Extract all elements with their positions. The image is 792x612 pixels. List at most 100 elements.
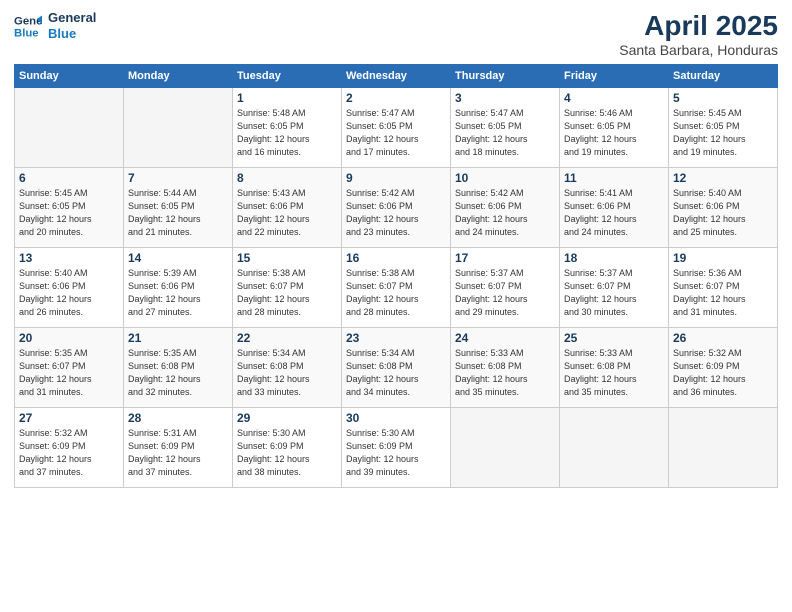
day-number: 30 bbox=[346, 411, 446, 425]
calendar-cell bbox=[124, 88, 233, 168]
calendar-cell: 9Sunrise: 5:42 AM Sunset: 6:06 PM Daylig… bbox=[342, 168, 451, 248]
day-number: 26 bbox=[673, 331, 773, 345]
weekday-header-saturday: Saturday bbox=[669, 65, 778, 88]
day-number: 16 bbox=[346, 251, 446, 265]
calendar-cell: 17 Sunrise: 5:37 AM Sunset: 6:07 PM Dayli… bbox=[451, 248, 560, 328]
calendar-cell: 2Sunrise: 5:47 AM Sunset: 6:05 PM Daylig… bbox=[342, 88, 451, 168]
calendar-cell: 5 Sunrise: 5:45 AM Sunset: 6:05 PM Daylig… bbox=[669, 88, 778, 168]
page: General Blue General Blue April 2025 San… bbox=[0, 0, 792, 612]
calendar-cell: 16 Sunrise: 5:38 AM Sunset: 6:07 PM Dayli… bbox=[342, 248, 451, 328]
calendar-week-row: 20Sunrise: 5:35 AM Sunset: 6:07 PM Dayli… bbox=[15, 328, 778, 408]
calendar-cell: 11 Sunrise: 5:41 AM Sunset: 6:06 PM Dayli… bbox=[560, 168, 669, 248]
day-number: 19 bbox=[673, 251, 773, 265]
day-info: Sunrise: 5:45 AM Sunset: 6:05 PM Dayligh… bbox=[673, 107, 773, 159]
calendar-cell bbox=[451, 408, 560, 488]
weekday-header-tuesday: Tuesday bbox=[233, 65, 342, 88]
title-block: April 2025 Santa Barbara, Honduras bbox=[619, 10, 778, 58]
calendar-cell: 8 Sunrise: 5:43 AM Sunset: 6:06 PM Daylig… bbox=[233, 168, 342, 248]
calendar-week-row: 6Sunrise: 5:45 AM Sunset: 6:05 PM Daylig… bbox=[15, 168, 778, 248]
svg-text:General: General bbox=[14, 15, 42, 27]
calendar-cell bbox=[15, 88, 124, 168]
calendar-cell: 6Sunrise: 5:45 AM Sunset: 6:05 PM Daylig… bbox=[15, 168, 124, 248]
calendar-cell: 7 Sunrise: 5:44 AM Sunset: 6:05 PM Daylig… bbox=[124, 168, 233, 248]
day-number: 22 bbox=[237, 331, 337, 345]
weekday-header-monday: Monday bbox=[124, 65, 233, 88]
day-number: 24 bbox=[455, 331, 555, 345]
calendar-cell: 19 Sunrise: 5:36 AM Sunset: 6:07 PM Dayli… bbox=[669, 248, 778, 328]
header: General Blue General Blue April 2025 San… bbox=[14, 10, 778, 58]
day-number: 12 bbox=[673, 171, 773, 185]
calendar-cell: 20Sunrise: 5:35 AM Sunset: 6:07 PM Dayli… bbox=[15, 328, 124, 408]
calendar-cell: 29Sunrise: 5:30 AM Sunset: 6:09 PM Dayli… bbox=[233, 408, 342, 488]
day-number: 17 bbox=[455, 251, 555, 265]
day-info: Sunrise: 5:48 AM Sunset: 6:05 PM Dayligh… bbox=[237, 107, 337, 159]
calendar-cell: 4 Sunrise: 5:46 AM Sunset: 6:05 PM Daylig… bbox=[560, 88, 669, 168]
weekday-header-sunday: Sunday bbox=[15, 65, 124, 88]
calendar-cell: 23 Sunrise: 5:34 AM Sunset: 6:08 PM Dayli… bbox=[342, 328, 451, 408]
calendar-cell: 27 Sunrise: 5:32 AM Sunset: 6:09 PM Dayli… bbox=[15, 408, 124, 488]
day-number: 4 bbox=[564, 91, 664, 105]
calendar-cell: 13 Sunrise: 5:40 AM Sunset: 6:06 PM Dayli… bbox=[15, 248, 124, 328]
svg-text:Blue: Blue bbox=[14, 27, 39, 39]
day-number: 15 bbox=[237, 251, 337, 265]
day-number: 14 bbox=[128, 251, 228, 265]
day-info: Sunrise: 5:45 AM Sunset: 6:05 PM Dayligh… bbox=[19, 187, 119, 239]
day-number: 9 bbox=[346, 171, 446, 185]
day-info: Sunrise: 5:35 AM Sunset: 6:08 PM Dayligh… bbox=[128, 347, 228, 399]
day-number: 23 bbox=[346, 331, 446, 345]
day-info: Sunrise: 5:36 AM Sunset: 6:07 PM Dayligh… bbox=[673, 267, 773, 319]
day-info: Sunrise: 5:35 AM Sunset: 6:07 PM Dayligh… bbox=[19, 347, 119, 399]
calendar-cell: 21Sunrise: 5:35 AM Sunset: 6:08 PM Dayli… bbox=[124, 328, 233, 408]
day-number: 28 bbox=[128, 411, 228, 425]
day-info: Sunrise: 5:34 AM Sunset: 6:08 PM Dayligh… bbox=[346, 347, 446, 399]
weekday-header-row: SundayMondayTuesdayWednesdayThursdayFrid… bbox=[15, 65, 778, 88]
day-info: Sunrise: 5:40 AM Sunset: 6:06 PM Dayligh… bbox=[673, 187, 773, 239]
calendar-cell: 14 Sunrise: 5:39 AM Sunset: 6:06 PM Dayli… bbox=[124, 248, 233, 328]
day-info: Sunrise: 5:42 AM Sunset: 6:06 PM Dayligh… bbox=[455, 187, 555, 239]
day-number: 25 bbox=[564, 331, 664, 345]
day-info: Sunrise: 5:40 AM Sunset: 6:06 PM Dayligh… bbox=[19, 267, 119, 319]
day-info: Sunrise: 5:37 AM Sunset: 6:07 PM Dayligh… bbox=[564, 267, 664, 319]
day-info: Sunrise: 5:32 AM Sunset: 6:09 PM Dayligh… bbox=[19, 427, 119, 479]
location-subtitle: Santa Barbara, Honduras bbox=[619, 42, 778, 58]
day-number: 3 bbox=[455, 91, 555, 105]
weekday-header-thursday: Thursday bbox=[451, 65, 560, 88]
calendar-week-row: 13 Sunrise: 5:40 AM Sunset: 6:06 PM Dayli… bbox=[15, 248, 778, 328]
day-number: 27 bbox=[19, 411, 119, 425]
logo-text-line2: Blue bbox=[48, 26, 96, 42]
day-number: 13 bbox=[19, 251, 119, 265]
day-info: Sunrise: 5:46 AM Sunset: 6:05 PM Dayligh… bbox=[564, 107, 664, 159]
calendar-cell: 22Sunrise: 5:34 AM Sunset: 6:08 PM Dayli… bbox=[233, 328, 342, 408]
day-info: Sunrise: 5:39 AM Sunset: 6:06 PM Dayligh… bbox=[128, 267, 228, 319]
calendar-cell: 25Sunrise: 5:33 AM Sunset: 6:08 PM Dayli… bbox=[560, 328, 669, 408]
day-number: 10 bbox=[455, 171, 555, 185]
day-info: Sunrise: 5:43 AM Sunset: 6:06 PM Dayligh… bbox=[237, 187, 337, 239]
day-info: Sunrise: 5:38 AM Sunset: 6:07 PM Dayligh… bbox=[346, 267, 446, 319]
day-info: Sunrise: 5:38 AM Sunset: 6:07 PM Dayligh… bbox=[237, 267, 337, 319]
month-title: April 2025 bbox=[619, 10, 778, 42]
day-number: 29 bbox=[237, 411, 337, 425]
calendar-week-row: 27 Sunrise: 5:32 AM Sunset: 6:09 PM Dayli… bbox=[15, 408, 778, 488]
day-info: Sunrise: 5:30 AM Sunset: 6:09 PM Dayligh… bbox=[346, 427, 446, 479]
day-info: Sunrise: 5:33 AM Sunset: 6:08 PM Dayligh… bbox=[455, 347, 555, 399]
calendar-cell bbox=[560, 408, 669, 488]
day-number: 11 bbox=[564, 171, 664, 185]
day-number: 8 bbox=[237, 171, 337, 185]
day-info: Sunrise: 5:41 AM Sunset: 6:06 PM Dayligh… bbox=[564, 187, 664, 239]
calendar-cell bbox=[669, 408, 778, 488]
logo-text-line1: General bbox=[48, 10, 96, 26]
calendar-cell: 30 Sunrise: 5:30 AM Sunset: 6:09 PM Dayli… bbox=[342, 408, 451, 488]
calendar-cell: 1 Sunrise: 5:48 AM Sunset: 6:05 PM Daylig… bbox=[233, 88, 342, 168]
day-info: Sunrise: 5:44 AM Sunset: 6:05 PM Dayligh… bbox=[128, 187, 228, 239]
logo-icon: General Blue bbox=[14, 12, 42, 40]
day-number: 7 bbox=[128, 171, 228, 185]
day-number: 2 bbox=[346, 91, 446, 105]
day-number: 5 bbox=[673, 91, 773, 105]
day-info: Sunrise: 5:37 AM Sunset: 6:07 PM Dayligh… bbox=[455, 267, 555, 319]
weekday-header-friday: Friday bbox=[560, 65, 669, 88]
day-number: 1 bbox=[237, 91, 337, 105]
calendar-cell: 15 Sunrise: 5:38 AM Sunset: 6:07 PM Dayli… bbox=[233, 248, 342, 328]
day-info: Sunrise: 5:31 AM Sunset: 6:09 PM Dayligh… bbox=[128, 427, 228, 479]
calendar-cell: 12 Sunrise: 5:40 AM Sunset: 6:06 PM Dayli… bbox=[669, 168, 778, 248]
calendar-cell: 18Sunrise: 5:37 AM Sunset: 6:07 PM Dayli… bbox=[560, 248, 669, 328]
